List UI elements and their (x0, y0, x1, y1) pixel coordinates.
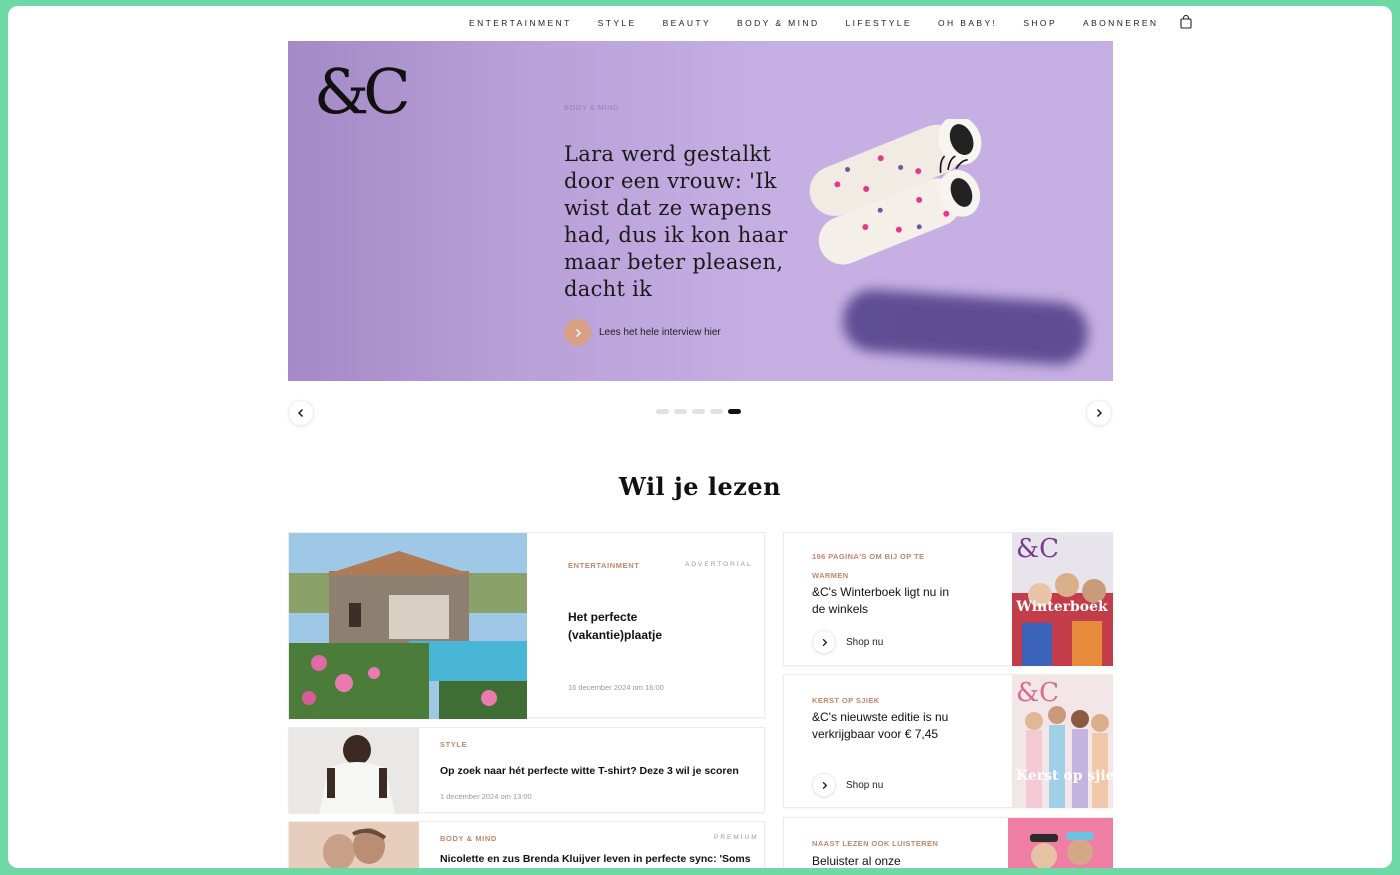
article-image (289, 728, 419, 814)
nav-entertainment[interactable]: ENTERTAINMENT (469, 18, 572, 28)
nav-body-mind[interactable]: BODY & MIND (737, 18, 819, 28)
magazine-cover: &C Kerst op sjiek (1012, 675, 1113, 808)
article-category[interactable]: ENTERTAINMENT (568, 561, 639, 570)
promo-category: KERST OP SJIEK (812, 696, 880, 705)
carousel-dot-2[interactable] (674, 409, 687, 414)
article-title[interactable]: Op zoek naar hét perfecte witte T-shirt?… (440, 762, 760, 780)
podcast-image (1008, 818, 1113, 868)
nav-beauty[interactable]: BEAUTY (663, 18, 711, 28)
promo-card[interactable]: KERST OP SJIEK &C's nieuwste editie is n… (783, 674, 1113, 808)
promo-title[interactable]: &C's nieuwste editie is nu verkrijgbaar … (812, 709, 952, 743)
svg-text:&C: &C (1016, 678, 1059, 708)
hero-illustration (809, 119, 982, 265)
article-tag: ADVERTORIAL (685, 561, 753, 568)
shop-now-label: Shop nu (846, 779, 884, 791)
article-category[interactable]: BODY & MIND (440, 834, 497, 843)
carousel-next-button[interactable] (1086, 400, 1112, 426)
promo-title[interactable]: Beluister al onze (812, 853, 952, 868)
hero-category[interactable]: BODY & MIND (564, 103, 619, 112)
hero-read-more-label: Lees het hele interview hier (599, 327, 721, 338)
chevron-right-icon (812, 773, 836, 797)
chevron-right-icon (1097, 409, 1102, 417)
chevron-right-icon (812, 630, 836, 654)
article-card[interactable]: BODY & MIND PREMIUM Nicolette en zus Bre… (288, 821, 765, 868)
promo-category: 196 PAGINA'S OM BIJ OP TE WARMEN (812, 552, 925, 580)
article-image (289, 822, 419, 868)
article-date: 16 december 2024 om 16:00 (568, 683, 664, 692)
article-image (289, 533, 527, 719)
browser-viewport: ENTERTAINMENT STYLE BEAUTY BODY & MIND L… (8, 6, 1392, 868)
carousel-dot-3[interactable] (692, 409, 705, 414)
carousel-dot-4[interactable] (710, 409, 723, 414)
carousel-dot-1[interactable] (656, 409, 669, 414)
main-navigation: ENTERTAINMENT STYLE BEAUTY BODY & MIND L… (8, 6, 1392, 40)
nav-style[interactable]: STYLE (598, 18, 637, 28)
section-title: Wil je lezen (618, 472, 782, 501)
article-card[interactable]: STYLE Op zoek naar hét perfecte witte T-… (288, 727, 765, 814)
shop-now-label: Shop nu (846, 636, 884, 648)
carousel-prev-button[interactable] (288, 400, 314, 426)
cover-title: Winterboek (1015, 599, 1108, 615)
nav-shop[interactable]: SHOP (1023, 18, 1057, 28)
nav-oh-baby[interactable]: OH BABY! (938, 18, 997, 28)
cover-title: Kerst op sjiek (1016, 768, 1113, 784)
shop-now-button[interactable]: Shop nu (812, 630, 883, 654)
promo-title[interactable]: &C's Winterboek ligt nu in de winkels (812, 584, 952, 618)
article-date: 1 december 2024 om 13:00 (440, 792, 532, 801)
promo-category: NAAST LEZEN OOK LUISTEREN (812, 839, 939, 848)
shopping-bag-icon[interactable] (1180, 15, 1193, 29)
hero-headline[interactable]: Lara werd gestalkt door een vrouw: 'Ik w… (564, 141, 824, 303)
hero-art-shadow (841, 287, 1090, 367)
brand-logo: &C (314, 55, 411, 128)
article-card[interactable]: ENTERTAINMENT ADVERTORIAL Het perfecte (… (288, 532, 765, 719)
nav-lifestyle[interactable]: LIFESTYLE (845, 18, 911, 28)
chevron-left-icon (298, 409, 303, 417)
carousel-pagination (656, 409, 741, 414)
magazine-cover: &C Winterboek (1012, 533, 1113, 666)
hero-slide[interactable]: &C BODY & MIND Lara werd gestalkt door e… (288, 41, 1113, 381)
svg-text:&C: &C (1016, 534, 1059, 564)
carousel-dot-5[interactable] (728, 409, 741, 414)
hero-read-more-button[interactable]: Lees het hele interview hier (564, 319, 721, 346)
article-title[interactable]: Het perfecte (vakantie)plaatje (568, 608, 728, 644)
article-tag: PREMIUM (714, 834, 759, 841)
article-title[interactable]: Nicolette en zus Brenda Kluijver leven i… (440, 850, 760, 868)
shop-now-button[interactable]: Shop nu (812, 773, 883, 797)
promo-card[interactable]: NAAST LEZEN OOK LUISTEREN Beluister al o… (783, 817, 1113, 868)
nav-abonneren[interactable]: ABONNEREN (1083, 18, 1158, 28)
promo-card[interactable]: 196 PAGINA'S OM BIJ OP TE WARMEN &C's Wi… (783, 532, 1113, 666)
chevron-right-icon (564, 319, 591, 346)
article-category[interactable]: STYLE (440, 740, 467, 749)
